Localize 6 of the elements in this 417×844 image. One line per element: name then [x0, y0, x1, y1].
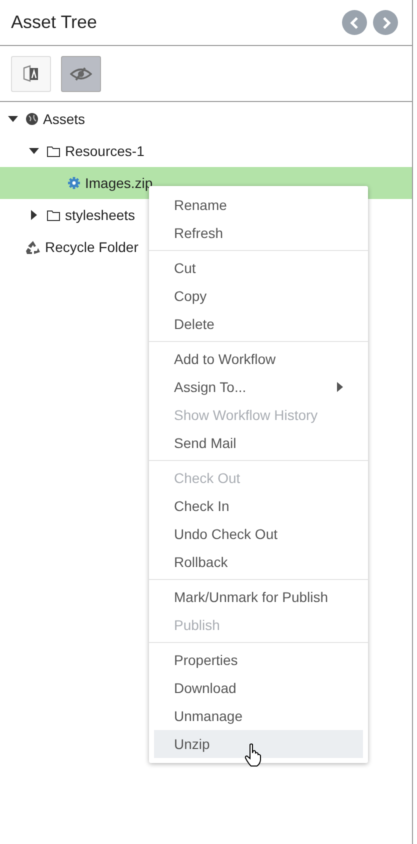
tree-label: Images.zip [85, 175, 153, 191]
tree-label: stylesheets [65, 207, 136, 223]
panel-title: Asset Tree [11, 12, 98, 33]
tree-label: Recycle Folder [45, 239, 138, 255]
tree-label: Resources-1 [65, 143, 144, 159]
tree-label: Assets [43, 111, 86, 127]
